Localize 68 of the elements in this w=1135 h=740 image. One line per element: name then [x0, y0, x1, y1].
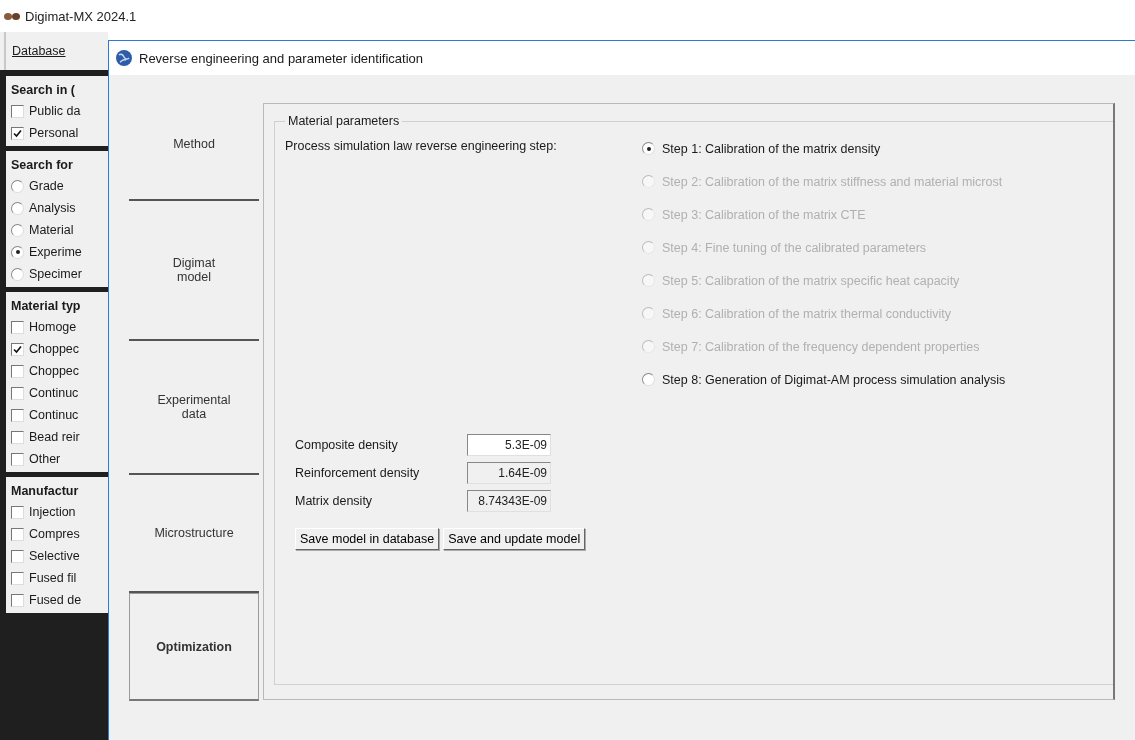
checkbox[interactable]: [11, 364, 24, 378]
checkbox[interactable]: [11, 452, 24, 466]
checkbox-label: Fused de: [29, 593, 82, 607]
checkbox[interactable]: [11, 104, 24, 118]
input-field[interactable]: 1.64E-09: [467, 462, 551, 484]
checkbox-label: Continuc: [29, 386, 79, 400]
dialog-title: Reverse engineering and parameter identification: [139, 50, 423, 66]
radio-label: Step 3: Calibration of the matrix CTE: [662, 207, 866, 222]
radio-label: Step 6: Calibration of the matrix thermal conductivity: [662, 306, 952, 321]
checkbox-label: Homoge: [29, 320, 77, 334]
checkbox[interactable]: [11, 408, 24, 422]
checkbox[interactable]: [11, 593, 24, 607]
radio-label: Experime: [29, 245, 82, 259]
radio-button[interactable]: [642, 142, 655, 155]
checkbox[interactable]: [11, 505, 24, 519]
field-label: Matrix density: [295, 494, 374, 508]
checkbox-label: Fused fil: [29, 571, 77, 585]
checkbox[interactable]: [11, 342, 24, 356]
radio-button[interactable]: [11, 267, 24, 281]
radio-button[interactable]: [642, 373, 655, 386]
checkbox[interactable]: [11, 386, 24, 400]
checkbox-label: Public da: [29, 104, 81, 118]
checkbox-label: Selective: [29, 549, 80, 563]
field-label: Composite density: [295, 438, 399, 452]
section-title: Search for: [11, 157, 74, 174]
radio-label: Analysis: [29, 201, 76, 215]
checkbox-label: Personal: [29, 126, 79, 140]
section-title: Manufactur: [11, 483, 80, 500]
radio-label: Step 4: Fine tuning of the calibrated parameters: [662, 240, 927, 255]
group-title: Material parameters: [287, 114, 401, 128]
radio-button[interactable]: [11, 245, 24, 259]
checkbox-label: Bead reir: [29, 430, 80, 444]
globe-icon: [115, 49, 133, 67]
checkbox[interactable]: [11, 549, 24, 563]
radio-label: Step 5: Calibration of the matrix specific heat capacity: [662, 273, 960, 288]
section-title: Material typ: [11, 298, 82, 315]
input-field[interactable]: 8.74343E-09: [467, 490, 551, 512]
checkbox-label: Other: [29, 452, 61, 466]
radio-button[interactable]: [11, 223, 24, 237]
radio-button[interactable]: [11, 179, 24, 193]
checkbox-label: Choppec: [29, 364, 80, 378]
field-label: Reinforcement density: [295, 466, 421, 480]
radio-label: Step 2: Calibration of the matrix stiffness and material microst: [662, 174, 1003, 189]
radio-label: Grade: [29, 179, 64, 193]
input-field[interactable]: 5.3E-09: [467, 434, 551, 456]
checkbox[interactable]: [11, 126, 24, 140]
checkbox-label: Continuc: [29, 408, 79, 422]
app-title: Digimat-MX 2024.1: [25, 8, 137, 24]
menu-item[interactable]: Database: [12, 44, 66, 58]
checkbox-label: Choppec: [29, 342, 80, 356]
radio-label: Material: [29, 223, 74, 237]
checkbox[interactable]: [11, 527, 24, 541]
checkbox[interactable]: [11, 430, 24, 444]
save-button[interactable]: Save model in database: [295, 528, 440, 550]
checkbox[interactable]: [11, 571, 24, 585]
checkbox-label: Compres: [29, 527, 80, 541]
radio-label: Step 1: Calibration of the matrix density: [662, 141, 881, 156]
nav-tab[interactable]: Optimization: [129, 593, 259, 701]
section-title: Search in (: [11, 82, 76, 99]
radio-label: Step 7: Calibration of the frequency dependent properties: [662, 339, 980, 354]
app-logo-icon: [4, 11, 20, 21]
save-button[interactable]: Save and update model: [443, 528, 586, 550]
radio-button[interactable]: [11, 201, 24, 215]
radio-label: Specimer: [29, 267, 82, 281]
step-label: Process simulation law reverse engineering step:: [285, 138, 558, 155]
radio-label: Step 8: Generation of Digimat-AM process simulation analysis: [662, 372, 1006, 387]
checkbox-label: Injection: [29, 505, 76, 519]
checkbox[interactable]: [11, 320, 24, 334]
